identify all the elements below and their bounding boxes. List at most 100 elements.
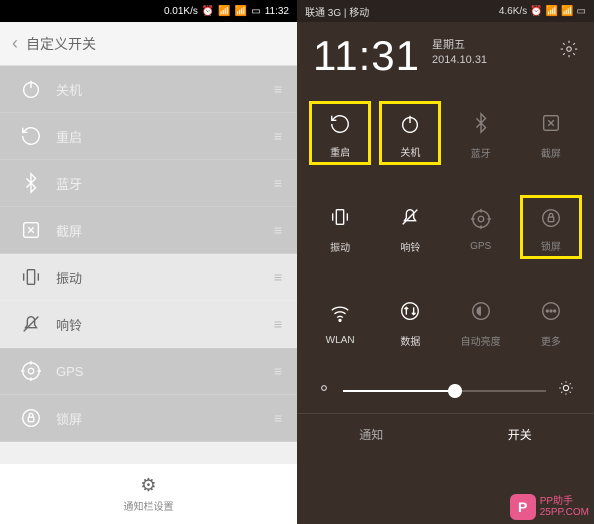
vibrate-icon: [324, 201, 356, 233]
date: 2014.10.31: [432, 53, 487, 68]
item-label: 蓝牙: [56, 174, 82, 193]
watermark-url: 25PP.COM: [540, 507, 589, 518]
drag-handle-icon[interactable]: ≡: [274, 269, 281, 285]
panel-tabs: 通知 开关: [297, 413, 594, 455]
toggle-screenshot[interactable]: 截屏: [516, 94, 586, 172]
list-item-mute[interactable]: 响铃 ≡: [0, 301, 297, 348]
quick-toggle-grid-3: WLAN 数据 自动亮度更多: [297, 274, 594, 368]
net-speed: 0.01K/s: [164, 6, 198, 17]
quick-toggle-grid: 重启 关机 蓝牙截屏: [297, 86, 594, 180]
drag-handle-icon[interactable]: ≡: [274, 410, 281, 426]
drag-handle-icon[interactable]: ≡: [274, 175, 281, 191]
vibrate-icon: [16, 266, 46, 288]
toggle-more[interactable]: 更多: [516, 282, 586, 360]
alarm-icon: ⏰: [202, 6, 214, 17]
tab-toggles[interactable]: 开关: [446, 414, 595, 455]
quick-toggle-grid-2: 振动响铃 GPS 锁屏: [297, 180, 594, 274]
footer-button[interactable]: ⚙ 通知栏设置: [0, 464, 297, 524]
watermark: P PP助手 25PP.COM: [510, 494, 589, 520]
mute-icon: [16, 313, 46, 335]
toggle-restart[interactable]: 重启: [305, 94, 375, 172]
page-title: 自定义开关: [26, 34, 96, 54]
carrier-label: 联通 3G | 移动: [305, 4, 369, 19]
toggle-power[interactable]: 关机: [375, 94, 445, 172]
data-icon: [394, 295, 426, 327]
toggle-wifi[interactable]: WLAN: [305, 282, 375, 360]
list-item-screenshot[interactable]: 截屏 ≡: [0, 207, 297, 254]
status-bar: 联通 3G | 移动 4.6K/s ⏰ 📶 📶 ▭: [297, 0, 594, 22]
signal-icon-2: 📶: [235, 6, 247, 17]
toggle-label: 响铃: [400, 239, 420, 254]
screenshot-icon: [16, 219, 46, 241]
signal-icon-2: 📶: [561, 6, 573, 17]
drag-handle-icon[interactable]: ≡: [274, 222, 281, 238]
toggle-vibrate[interactable]: 振动: [305, 188, 375, 266]
signal-icon: 📶: [218, 6, 230, 17]
screenshot-icon: [535, 107, 567, 139]
slider-thumb[interactable]: [448, 384, 462, 398]
toggle-label: GPS: [470, 241, 491, 252]
restart-icon: [324, 108, 356, 140]
header: ‹ 自定义开关: [0, 22, 297, 66]
toggle-label: 锁屏: [541, 238, 561, 253]
list-item-gps[interactable]: GPS ≡: [0, 348, 297, 395]
more-icon: [535, 295, 567, 327]
brightness-low-icon: [317, 381, 331, 400]
item-label: 关机: [56, 80, 82, 99]
brightness-slider[interactable]: [343, 390, 546, 392]
gps-icon: [465, 203, 497, 235]
wifi-icon: [324, 297, 356, 329]
tab-notifications[interactable]: 通知: [297, 414, 446, 455]
bluetooth-icon: [465, 107, 497, 139]
item-label: 重启: [56, 127, 82, 146]
bluetooth-icon: [16, 172, 46, 194]
toggle-bluetooth[interactable]: 蓝牙: [446, 94, 516, 172]
signal-icon: 📶: [546, 6, 558, 17]
watermark-brand: PP助手: [540, 496, 589, 507]
toggle-label: 关机: [400, 144, 420, 159]
toggle-gps[interactable]: GPS: [446, 188, 516, 266]
footer-label: 通知栏设置: [124, 498, 174, 513]
toggle-list: 关机≡重启≡蓝牙≡截屏≡振动≡响铃≡GPS≡锁屏≡: [0, 66, 297, 442]
mute-icon: [394, 201, 426, 233]
clock-time: 11:31: [313, 32, 420, 80]
brightness-icon: [465, 295, 497, 327]
status-time: 11:32: [265, 6, 289, 17]
alarm-icon: ⏰: [530, 6, 542, 17]
toggle-label: 重启: [330, 144, 350, 159]
net-speed: 4.6K/s: [499, 6, 527, 17]
toggle-data[interactable]: 数据: [375, 282, 445, 360]
battery-icon: ▭: [577, 6, 586, 17]
brightness-slider-row: [297, 368, 594, 413]
left-screenshot: 0.01K/s ⏰ 📶 📶 ▭ 11:32 ‹ 自定义开关 关机≡重启≡蓝牙≡截…: [0, 0, 297, 524]
item-label: 截屏: [56, 221, 82, 240]
list-item-power[interactable]: 关机 ≡: [0, 66, 297, 113]
lock-icon: [16, 407, 46, 429]
item-label: GPS: [56, 364, 83, 379]
item-label: 响铃: [56, 315, 82, 334]
toggle-label: 数据: [400, 333, 420, 348]
drag-handle-icon[interactable]: ≡: [274, 363, 281, 379]
clock-row: 11:31 星期五 2014.10.31: [297, 22, 594, 86]
weekday: 星期五: [432, 38, 487, 53]
restart-icon: [16, 125, 46, 147]
toggle-lock[interactable]: 锁屏: [516, 188, 586, 266]
list-item-bluetooth[interactable]: 蓝牙 ≡: [0, 160, 297, 207]
watermark-logo: P: [510, 494, 536, 520]
item-label: 锁屏: [56, 409, 82, 428]
power-icon: [394, 108, 426, 140]
list-item-vibrate[interactable]: 振动≡: [0, 254, 297, 301]
toggle-label: 截屏: [541, 145, 561, 160]
drag-handle-icon[interactable]: ≡: [274, 81, 281, 97]
settings-icon[interactable]: [560, 40, 578, 63]
status-bar: 0.01K/s ⏰ 📶 📶 ▭ 11:32: [0, 0, 297, 22]
list-item-lock[interactable]: 锁屏 ≡: [0, 395, 297, 442]
brightness-high-icon: [558, 380, 574, 401]
toggle-mute[interactable]: 响铃: [375, 188, 445, 266]
drag-handle-icon[interactable]: ≡: [274, 128, 281, 144]
back-icon[interactable]: ‹: [12, 33, 18, 54]
right-screenshot: 联通 3G | 移动 4.6K/s ⏰ 📶 📶 ▭ 11:31 星期五 2014…: [297, 0, 594, 524]
list-item-restart[interactable]: 重启 ≡: [0, 113, 297, 160]
drag-handle-icon[interactable]: ≡: [274, 316, 281, 332]
toggle-brightness[interactable]: 自动亮度: [446, 282, 516, 360]
